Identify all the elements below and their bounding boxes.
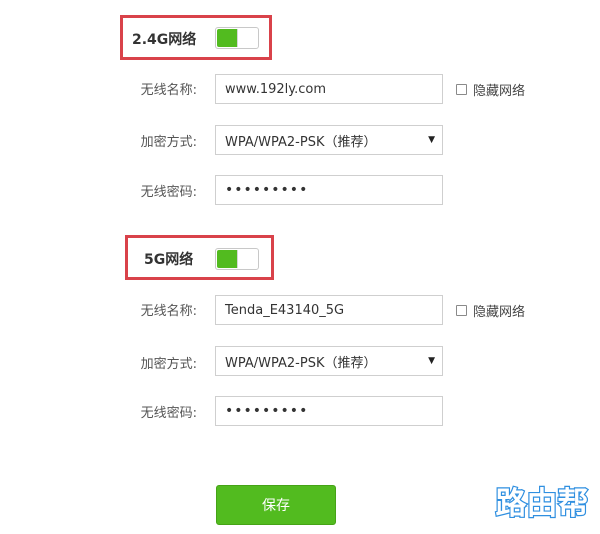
band-24g-hide-checkbox[interactable] [456, 84, 467, 95]
band-5g-ssid-input[interactable]: Tenda_E43140_5G [215, 295, 443, 325]
watermark-text: 路由帮 [496, 486, 589, 522]
band-24g-title: 2.4G网络 [132, 32, 197, 48]
band-24g-encryption-select[interactable]: WPA/WPA2-PSK（推荐） ▼ [215, 125, 443, 155]
toggle-knob [237, 29, 257, 47]
band-24g-ssid-label: 无线名称: [140, 83, 197, 98]
watermark-logo: 路由帮 [494, 485, 589, 523]
band-5g-password-value: ••••••••• [225, 403, 309, 419]
dropdown-caret-icon: ▼ [428, 356, 435, 366]
band-24g-password-value: ••••••••• [225, 182, 309, 198]
band-24g-password-input[interactable]: ••••••••• [215, 175, 443, 205]
band-5g-ssid-label: 无线名称: [140, 304, 197, 319]
band-24g-encryption-label: 加密方式: [140, 135, 197, 150]
band-5g-hide-checkbox[interactable] [456, 305, 467, 316]
band-5g-hide-label: 隐藏网络 [473, 305, 526, 320]
band-24g-hide-label: 隐藏网络 [473, 84, 526, 99]
band-5g-hide-network[interactable]: 隐藏网络 [456, 301, 525, 320]
band-5g-toggle[interactable] [215, 248, 259, 270]
band-5g-ssid-value: Tenda_E43140_5G [225, 302, 345, 318]
band-24g-password-label: 无线密码: [140, 185, 197, 200]
band-5g-encryption-value: WPA/WPA2-PSK（推荐） [225, 355, 377, 371]
band-5g-password-label: 无线密码: [140, 406, 197, 421]
band-24g-encryption-value: WPA/WPA2-PSK（推荐） [225, 134, 377, 150]
band-5g-encryption-label: 加密方式: [140, 357, 197, 372]
band-5g-title: 5G网络 [144, 252, 194, 268]
band-24g-toggle[interactable] [215, 27, 259, 49]
band-24g-ssid-input[interactable]: www.192ly.com [215, 74, 443, 104]
toggle-knob [237, 250, 257, 268]
toggle-on-fill [217, 29, 237, 47]
toggle-on-fill [217, 250, 237, 268]
band-5g-encryption-select[interactable]: WPA/WPA2-PSK（推荐） ▼ [215, 346, 443, 376]
band-24g-hide-network[interactable]: 隐藏网络 [456, 80, 525, 99]
band-5g-password-input[interactable]: ••••••••• [215, 396, 443, 426]
dropdown-caret-icon: ▼ [428, 135, 435, 145]
band-24g-ssid-value: www.192ly.com [225, 81, 326, 97]
save-button[interactable]: 保存 [216, 485, 336, 525]
